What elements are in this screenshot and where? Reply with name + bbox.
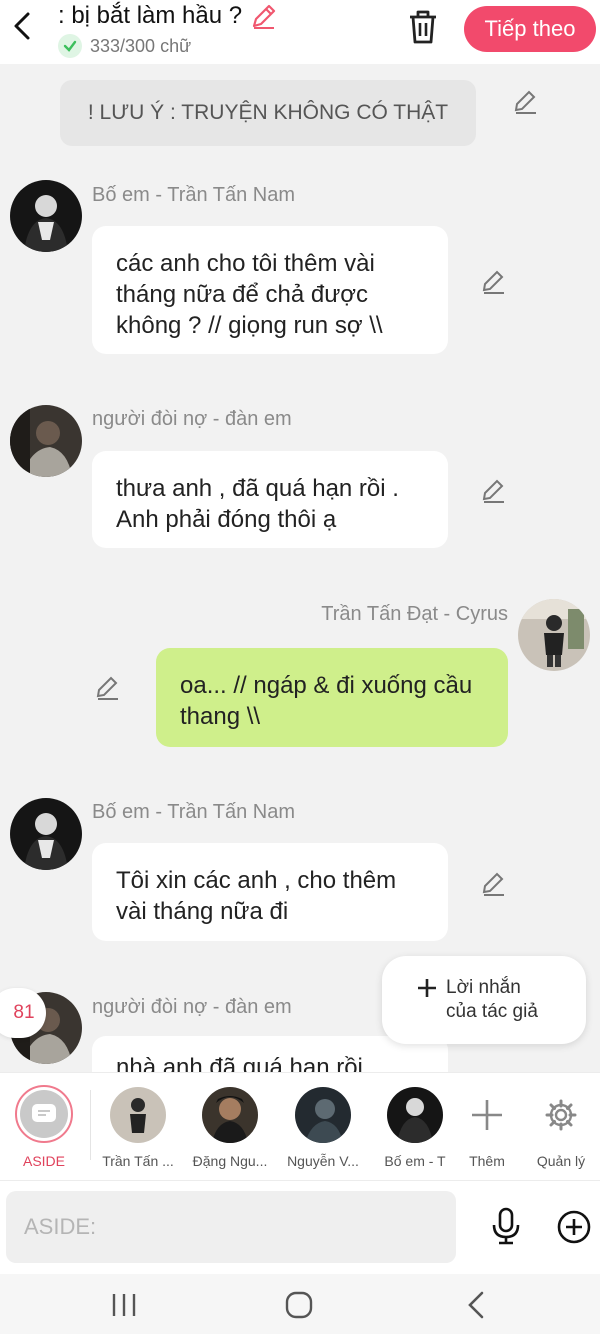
message-input[interactable] (6, 1191, 456, 1263)
avatar (110, 1087, 166, 1143)
sender-name: Trần Tấn Đạt - Cyrus (321, 603, 508, 625)
chat-bubble-icon (32, 1104, 56, 1122)
title-area[interactable]: : bị bắt làm hầu ? 333/300 chữ (58, 2, 278, 58)
manage-characters-button[interactable]: Quản lý (520, 1081, 600, 1169)
message-bubble[interactable]: oa... // ngáp & đi xuống cầu thang \\ (156, 648, 508, 747)
avatar[interactable] (518, 599, 590, 671)
character-label: Đặng Ngu... (192, 1153, 268, 1169)
character-aside[interactable]: ASIDE (3, 1081, 85, 1169)
character-label: Nguyễn V... (287, 1153, 359, 1169)
header: : bị bắt làm hầu ? 333/300 chữ Tiếp theo (0, 0, 600, 64)
character-label: Trần Tấn ... (102, 1153, 174, 1169)
avatar[interactable] (10, 405, 82, 477)
character-label: ASIDE (22, 1153, 65, 1169)
edit-icon[interactable] (480, 477, 508, 505)
character-item[interactable]: Trần Tấn ... (97, 1081, 179, 1169)
message-text: nhà anh đã quá hạn rồi (116, 1054, 363, 1074)
avatar (387, 1087, 443, 1143)
edit-icon[interactable] (94, 674, 122, 702)
message-bubble[interactable]: Tôi xin các anh , cho thêm vài tháng nữa… (92, 843, 448, 941)
home-icon[interactable] (284, 1290, 314, 1320)
message-bubble[interactable]: thưa anh , đã quá hạn rồi . Anh phải đón… (92, 451, 448, 548)
author-note-button[interactable]: Lời nhắn của tác giả (382, 956, 586, 1044)
pencil-icon[interactable] (250, 2, 278, 30)
gear-icon (545, 1099, 577, 1131)
sender-name: người đòi nợ - đàn em (92, 996, 292, 1018)
recent-apps-icon[interactable] (110, 1292, 138, 1318)
sender-name: người đòi nợ - đàn em (92, 408, 292, 430)
character-label: Bố em - T (384, 1153, 446, 1169)
avatar (202, 1087, 258, 1143)
input-bar (0, 1180, 600, 1274)
edit-icon[interactable] (512, 88, 540, 116)
aside-avatar (15, 1085, 73, 1143)
plus-icon (472, 1100, 502, 1130)
word-count: 333/300 chữ (90, 35, 192, 56)
message-bubble[interactable]: nhà anh đã quá hạn rồi (92, 1036, 448, 1074)
message-bubble[interactable]: các anh cho tôi thêm vài tháng nữa để ch… (92, 226, 448, 354)
story-note[interactable]: ! LƯU Ý : TRUYỆN KHÔNG CÓ THẬT (60, 80, 476, 146)
plus-icon (418, 979, 436, 997)
avatar[interactable] (10, 798, 82, 870)
story-title[interactable]: : bị bắt làm hầu ? (58, 2, 278, 30)
character-item[interactable]: Đặng Ngu... (189, 1081, 271, 1169)
add-character-button[interactable]: Thêm (446, 1081, 528, 1169)
story-title-text: : bị bắt làm hầu ? (58, 2, 243, 29)
system-back-icon[interactable] (464, 1290, 488, 1320)
sender-name: Bố em - Trần Tấn Nam (92, 184, 296, 206)
edit-icon[interactable] (480, 268, 508, 296)
add-circle-icon[interactable] (556, 1209, 592, 1245)
word-count-row: 333/300 chữ (58, 34, 278, 58)
add-label: Thêm (469, 1153, 505, 1169)
back-arrow-icon[interactable] (8, 8, 36, 44)
microphone-icon[interactable] (490, 1207, 522, 1245)
system-nav-bar (0, 1274, 600, 1334)
divider (90, 1090, 91, 1160)
character-item[interactable]: Bố em - T (374, 1081, 456, 1169)
character-item[interactable]: Nguyễn V... (282, 1081, 364, 1169)
avatar[interactable] (10, 180, 82, 252)
author-note-label: Lời nhắn của tác giả (446, 977, 538, 1022)
check-icon (58, 34, 82, 58)
sender-name: Bố em - Trần Tấn Nam (92, 801, 296, 823)
next-button[interactable]: Tiếp theo (464, 6, 596, 52)
edit-icon[interactable] (480, 870, 508, 898)
trash-icon[interactable] (406, 8, 440, 46)
manage-label: Quản lý (536, 1153, 586, 1169)
avatar (295, 1087, 351, 1143)
